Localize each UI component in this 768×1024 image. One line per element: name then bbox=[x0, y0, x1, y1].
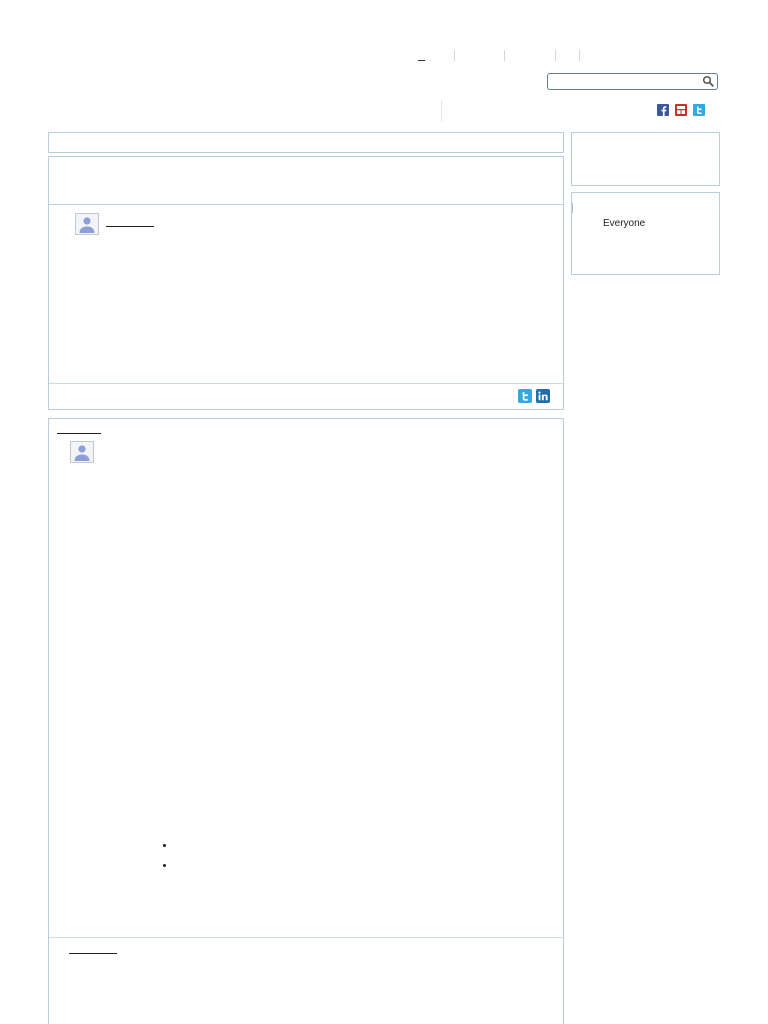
linkedin-icon[interactable] bbox=[536, 389, 550, 403]
sidebar-audience-box: Everyone bbox=[571, 192, 720, 275]
nav-separator bbox=[579, 49, 580, 61]
original-post bbox=[48, 204, 564, 410]
reply-footer bbox=[49, 937, 563, 954]
avatar-icon bbox=[74, 445, 90, 461]
nav-separator bbox=[555, 49, 556, 61]
divider bbox=[572, 203, 573, 213]
author-link[interactable] bbox=[57, 433, 101, 434]
header-divider bbox=[441, 100, 442, 122]
top-nav bbox=[418, 48, 580, 62]
post-footer bbox=[49, 383, 563, 409]
avatar[interactable] bbox=[70, 441, 94, 463]
facebook-icon[interactable] bbox=[657, 104, 669, 116]
twitter-icon[interactable] bbox=[693, 104, 705, 116]
share-links bbox=[518, 389, 550, 403]
social-links bbox=[657, 104, 705, 116]
audience-label: Everyone bbox=[603, 218, 646, 229]
author-link[interactable] bbox=[69, 953, 117, 954]
list-bullet bbox=[163, 844, 166, 847]
search-box bbox=[547, 73, 718, 90]
nav-separator bbox=[504, 49, 505, 61]
author-link[interactable] bbox=[106, 226, 154, 227]
list-bullet bbox=[163, 864, 166, 867]
twitter-icon[interactable] bbox=[518, 389, 532, 403]
youtube-icon[interactable] bbox=[675, 104, 687, 116]
nav-link-underline[interactable] bbox=[418, 60, 425, 61]
avatar-icon bbox=[79, 217, 95, 233]
reply-post bbox=[48, 418, 564, 1024]
sidebar-box bbox=[571, 132, 720, 186]
page: Everyone bbox=[0, 0, 768, 1024]
nav-separator bbox=[454, 49, 455, 61]
search-input[interactable] bbox=[548, 74, 706, 89]
search-icon[interactable] bbox=[702, 75, 714, 87]
thread-title-panel bbox=[48, 156, 564, 205]
breadcrumb-bar bbox=[48, 132, 564, 153]
avatar[interactable] bbox=[75, 213, 99, 235]
